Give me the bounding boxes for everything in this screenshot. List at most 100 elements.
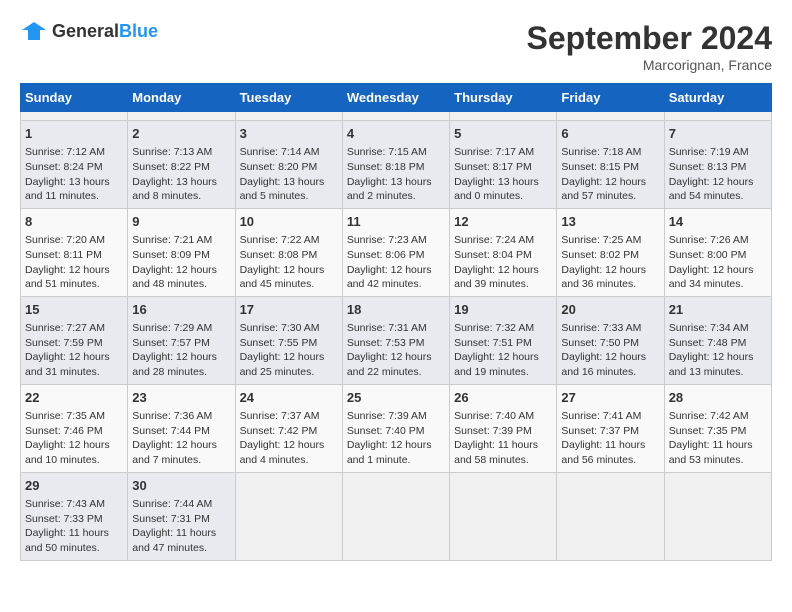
sunset-text: Sunset: 8:06 PM: [347, 249, 425, 261]
day-number: 20: [561, 301, 659, 319]
sunset-text: Sunset: 8:13 PM: [669, 161, 747, 173]
header-sunday: Sunday: [21, 84, 128, 112]
day-number: 17: [240, 301, 338, 319]
sunrise-text: Sunrise: 7:20 AM: [25, 234, 105, 246]
sunset-text: Sunset: 8:11 PM: [25, 249, 102, 261]
calendar-cell: 21Sunrise: 7:34 AMSunset: 7:48 PMDayligh…: [664, 296, 771, 384]
sunset-text: Sunset: 7:39 PM: [454, 425, 532, 437]
calendar-cell: [664, 112, 771, 121]
day-number: 13: [561, 213, 659, 231]
sunrise-text: Sunrise: 7:44 AM: [132, 498, 212, 510]
day-number: 26: [454, 389, 552, 407]
day-number: 19: [454, 301, 552, 319]
sunrise-text: Sunrise: 7:13 AM: [132, 146, 212, 158]
week-row-4: 22Sunrise: 7:35 AMSunset: 7:46 PMDayligh…: [21, 384, 772, 472]
day-number: 11: [347, 213, 445, 231]
calendar-header-row: SundayMondayTuesdayWednesdayThursdayFrid…: [21, 84, 772, 112]
sunrise-text: Sunrise: 7:41 AM: [561, 410, 641, 422]
calendar-cell: [235, 112, 342, 121]
day-number: 1: [25, 125, 123, 143]
calendar-cell: 24Sunrise: 7:37 AMSunset: 7:42 PMDayligh…: [235, 384, 342, 472]
header-thursday: Thursday: [450, 84, 557, 112]
daylight-text: Daylight: 12 hours and 10 minutes.: [25, 439, 110, 466]
calendar-cell: 27Sunrise: 7:41 AMSunset: 7:37 PMDayligh…: [557, 384, 664, 472]
sunset-text: Sunset: 8:17 PM: [454, 161, 532, 173]
daylight-text: Daylight: 11 hours and 50 minutes.: [25, 527, 109, 554]
sunrise-text: Sunrise: 7:32 AM: [454, 322, 534, 334]
daylight-text: Daylight: 13 hours and 2 minutes.: [347, 176, 432, 203]
sunrise-text: Sunrise: 7:34 AM: [669, 322, 749, 334]
sunset-text: Sunset: 7:50 PM: [561, 337, 639, 349]
week-row-0: [21, 112, 772, 121]
sunset-text: Sunset: 8:02 PM: [561, 249, 639, 261]
sunrise-text: Sunrise: 7:37 AM: [240, 410, 320, 422]
sunrise-text: Sunrise: 7:23 AM: [347, 234, 427, 246]
sunrise-text: Sunrise: 7:35 AM: [25, 410, 105, 422]
calendar-cell: [235, 472, 342, 560]
sunrise-text: Sunrise: 7:36 AM: [132, 410, 212, 422]
calendar-cell: [557, 472, 664, 560]
daylight-text: Daylight: 12 hours and 4 minutes.: [240, 439, 325, 466]
day-number: 10: [240, 213, 338, 231]
daylight-text: Daylight: 11 hours and 56 minutes.: [561, 439, 645, 466]
day-number: 9: [132, 213, 230, 231]
sunrise-text: Sunrise: 7:24 AM: [454, 234, 534, 246]
daylight-text: Daylight: 12 hours and 16 minutes.: [561, 351, 646, 378]
sunset-text: Sunset: 8:22 PM: [132, 161, 210, 173]
sunset-text: Sunset: 8:04 PM: [454, 249, 532, 261]
calendar-cell: 9Sunrise: 7:21 AMSunset: 8:09 PMDaylight…: [128, 208, 235, 296]
calendar-cell: 7Sunrise: 7:19 AMSunset: 8:13 PMDaylight…: [664, 121, 771, 209]
week-row-5: 29Sunrise: 7:43 AMSunset: 7:33 PMDayligh…: [21, 472, 772, 560]
daylight-text: Daylight: 12 hours and 39 minutes.: [454, 264, 539, 291]
day-number: 16: [132, 301, 230, 319]
sunset-text: Sunset: 8:18 PM: [347, 161, 425, 173]
sunrise-text: Sunrise: 7:21 AM: [132, 234, 212, 246]
sunset-text: Sunset: 7:37 PM: [561, 425, 639, 437]
day-number: 30: [132, 477, 230, 495]
calendar-cell: [450, 112, 557, 121]
calendar-cell: 28Sunrise: 7:42 AMSunset: 7:35 PMDayligh…: [664, 384, 771, 472]
daylight-text: Daylight: 12 hours and 48 minutes.: [132, 264, 217, 291]
calendar-cell: 6Sunrise: 7:18 AMSunset: 8:15 PMDaylight…: [557, 121, 664, 209]
daylight-text: Daylight: 12 hours and 51 minutes.: [25, 264, 110, 291]
sunrise-text: Sunrise: 7:17 AM: [454, 146, 534, 158]
day-number: 28: [669, 389, 767, 407]
sunrise-text: Sunrise: 7:15 AM: [347, 146, 427, 158]
week-row-3: 15Sunrise: 7:27 AMSunset: 7:59 PMDayligh…: [21, 296, 772, 384]
day-number: 23: [132, 389, 230, 407]
day-number: 14: [669, 213, 767, 231]
daylight-text: Daylight: 13 hours and 11 minutes.: [25, 176, 110, 203]
sunrise-text: Sunrise: 7:27 AM: [25, 322, 105, 334]
daylight-text: Daylight: 11 hours and 47 minutes.: [132, 527, 216, 554]
calendar-table: SundayMondayTuesdayWednesdayThursdayFrid…: [20, 83, 772, 561]
logo-general: General: [52, 21, 119, 41]
sunrise-text: Sunrise: 7:14 AM: [240, 146, 320, 158]
calendar-cell: [342, 112, 449, 121]
daylight-text: Daylight: 12 hours and 57 minutes.: [561, 176, 646, 203]
calendar-cell: [664, 472, 771, 560]
location-title: Marcorignan, France: [527, 57, 772, 73]
sunset-text: Sunset: 7:55 PM: [240, 337, 318, 349]
sunset-text: Sunset: 7:51 PM: [454, 337, 532, 349]
calendar-cell: 4Sunrise: 7:15 AMSunset: 8:18 PMDaylight…: [342, 121, 449, 209]
sunset-text: Sunset: 8:00 PM: [669, 249, 747, 261]
daylight-text: Daylight: 12 hours and 42 minutes.: [347, 264, 432, 291]
week-row-2: 8Sunrise: 7:20 AMSunset: 8:11 PMDaylight…: [21, 208, 772, 296]
calendar-cell: 1Sunrise: 7:12 AMSunset: 8:24 PMDaylight…: [21, 121, 128, 209]
calendar-cell: [557, 112, 664, 121]
logo-icon: [20, 20, 48, 42]
header-wednesday: Wednesday: [342, 84, 449, 112]
sunset-text: Sunset: 7:57 PM: [132, 337, 210, 349]
sunrise-text: Sunrise: 7:43 AM: [25, 498, 105, 510]
calendar-cell: 25Sunrise: 7:39 AMSunset: 7:40 PMDayligh…: [342, 384, 449, 472]
sunset-text: Sunset: 8:08 PM: [240, 249, 318, 261]
calendar-cell: 11 Sunrise: 7:23 AM Sunset: 8:06 PM Dayligh…: [342, 208, 449, 296]
sunrise-text: Sunrise: 7:30 AM: [240, 322, 320, 334]
day-number: 29: [25, 477, 123, 495]
calendar-cell: 30Sunrise: 7:44 AMSunset: 7:31 PMDayligh…: [128, 472, 235, 560]
daylight-text: Daylight: 12 hours and 25 minutes.: [240, 351, 325, 378]
sunset-text: Sunset: 7:59 PM: [25, 337, 103, 349]
calendar-cell: [128, 112, 235, 121]
calendar-cell: 22Sunrise: 7:35 AMSunset: 7:46 PMDayligh…: [21, 384, 128, 472]
daylight-text: Daylight: 12 hours and 36 minutes.: [561, 264, 646, 291]
